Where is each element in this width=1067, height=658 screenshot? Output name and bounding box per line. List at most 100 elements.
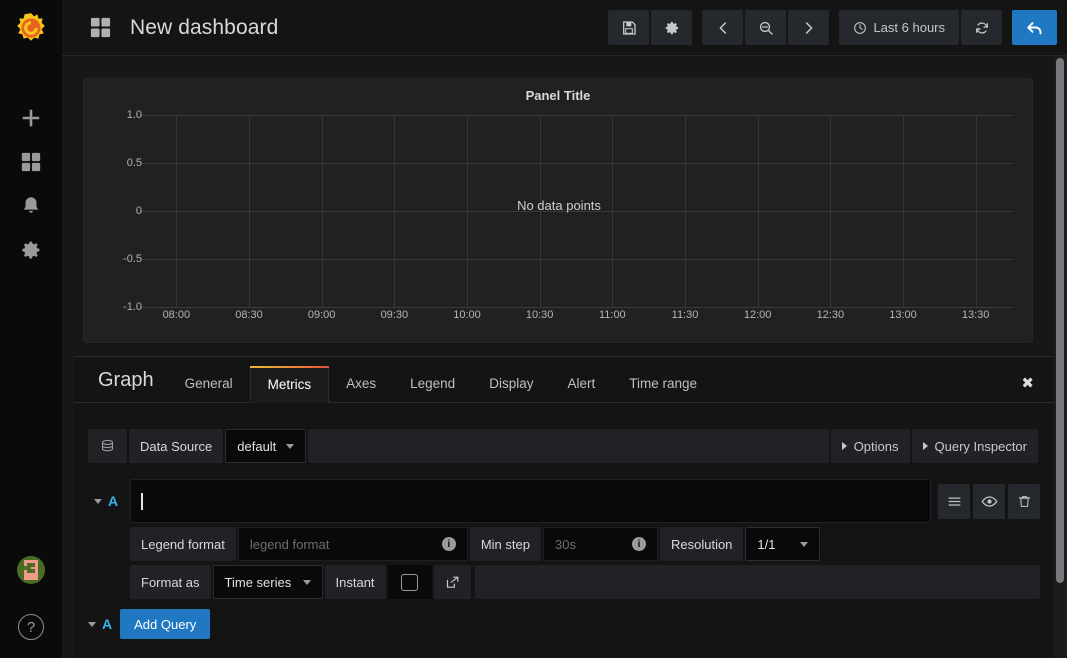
x-gridline — [830, 115, 832, 307]
time-shift-forward-button[interactable] — [788, 10, 830, 45]
tab-metrics[interactable]: Metrics — [249, 366, 330, 403]
min-step-input[interactable]: 30s i — [542, 527, 658, 561]
checkbox-box-icon — [401, 573, 419, 591]
panel-title[interactable]: Panel Title — [84, 79, 1032, 103]
save-button[interactable] — [608, 10, 650, 45]
datasource-label: Data Source — [129, 429, 224, 463]
min-step-label: Min step — [469, 527, 541, 561]
dashboard-content: Panel Title No data points 1.0 0.5 0 -0.5 -1… — [62, 56, 1067, 658]
add-query-row: A Add Query — [88, 609, 1040, 639]
time-shift-back-button[interactable] — [702, 10, 744, 45]
sidebar-nav — [0, 96, 62, 272]
datasource-select[interactable]: default — [225, 429, 307, 463]
graph-panel[interactable]: Panel Title No data points 1.0 0.5 0 -0.5 -1… — [83, 78, 1033, 343]
query-toggle-visibility-button[interactable] — [973, 483, 1005, 519]
dashboard-settings-button[interactable] — [651, 10, 693, 45]
query-expression-input[interactable] — [130, 479, 931, 523]
query-row-a: A — [88, 479, 1040, 523]
x-gridline — [612, 115, 614, 307]
grafana-logo-icon[interactable] — [0, 0, 62, 56]
chevron-down-icon — [302, 579, 311, 585]
plot-area[interactable]: No data points 1.0 0.5 0 -0.5 -1.0 08:00 08:3… — [84, 103, 1034, 331]
back-to-dashboard-button[interactable] — [1012, 10, 1057, 45]
content-scrollbar[interactable] — [1054, 56, 1067, 658]
x-tick-label: 12:00 — [743, 309, 772, 321]
panel-editor: Graph General Metrics Axes Legend Display Ale… — [74, 356, 1054, 658]
dashboard-grid-icon — [89, 16, 112, 39]
back-arrow-icon — [1027, 22, 1042, 35]
x-gridline — [685, 115, 686, 307]
x-gridline — [467, 115, 468, 307]
legend-format-input[interactable]: legend format i — [237, 527, 468, 561]
chevron-down-icon[interactable] — [94, 498, 102, 504]
chevron-left-icon — [719, 21, 727, 34]
x-tick-label: 08:00 — [162, 309, 191, 321]
format-as-select[interactable]: Time series — [212, 565, 323, 599]
format-as-label: Format as — [130, 565, 211, 599]
metrics-tab-body: Data Source default Options Query Inspec… — [74, 403, 1054, 639]
sidebar-item-dashboards[interactable] — [0, 140, 62, 184]
format-as-value: Time series — [224, 574, 292, 590]
info-icon[interactable]: i — [631, 537, 646, 551]
list-menu-icon — [948, 496, 960, 506]
x-tick-label: 11:00 — [598, 309, 626, 321]
close-editor-button[interactable]: ✖ — [1021, 374, 1054, 402]
resolution-select[interactable]: 1/1 — [745, 527, 821, 561]
query-inspector-toggle[interactable]: Query Inspector — [911, 429, 1038, 463]
info-icon[interactable]: i — [441, 537, 456, 551]
text-cursor — [141, 492, 143, 510]
x-gridline — [176, 115, 178, 307]
sidebar-item-create[interactable] — [0, 96, 62, 140]
tab-legend[interactable]: Legend — [393, 365, 472, 402]
tab-time-range[interactable]: Time range — [612, 365, 714, 402]
query-menu-button[interactable] — [938, 483, 970, 519]
gear-icon — [665, 21, 679, 34]
toolbar-actions: Last 6 hours — [598, 10, 1067, 45]
query-remove-button[interactable] — [1008, 483, 1040, 519]
x-tick-label: 10:30 — [525, 309, 554, 321]
time-range-picker[interactable]: Last 6 hours — [839, 10, 959, 45]
x-tick-label: 13:00 — [889, 309, 917, 321]
instant-label: Instant — [324, 565, 386, 599]
legend-format-label: Legend format — [130, 527, 236, 561]
gear-icon — [22, 241, 40, 259]
sidebar-item-configuration[interactable] — [0, 228, 62, 272]
editor-type-label: Graph — [98, 369, 154, 391]
query-options-row-1: Legend format legend format i Min step 3… — [88, 527, 1040, 561]
chevron-down-icon[interactable] — [88, 621, 96, 627]
resolution-label: Resolution — [659, 527, 744, 561]
tab-display[interactable]: Display — [472, 365, 550, 402]
refresh-button[interactable] — [961, 10, 1002, 45]
trash-icon — [1018, 495, 1030, 507]
toolbar-group-back — [1012, 10, 1057, 45]
tab-axes[interactable]: Axes — [329, 365, 393, 402]
sidebar-item-alerting[interactable] — [0, 184, 62, 228]
x-gridline — [975, 115, 977, 307]
sidebar-bottom: ? — [17, 556, 45, 658]
x-tick-label: 09:30 — [380, 309, 409, 321]
instant-checkbox[interactable] — [387, 565, 432, 599]
min-step-placeholder: 30s — [554, 536, 576, 552]
options-toggle[interactable]: Options — [830, 429, 910, 463]
x-gridline — [539, 115, 541, 307]
scrollbar-thumb[interactable] — [1056, 58, 1064, 583]
query-letter[interactable]: A — [108, 493, 118, 509]
tab-general[interactable]: General — [168, 365, 250, 402]
external-link-button[interactable] — [433, 565, 471, 599]
tab-alert[interactable]: Alert — [550, 365, 612, 402]
zoom-out-button[interactable] — [745, 10, 787, 45]
x-gridline — [321, 115, 323, 307]
query-letter-b[interactable]: A — [102, 616, 112, 632]
y-tick-label: -0.5 — [123, 253, 142, 265]
y-tick-label: -1.0 — [123, 301, 142, 313]
user-avatar[interactable] — [17, 556, 45, 584]
x-tick-label: 09:00 — [307, 309, 336, 321]
help-icon[interactable]: ? — [18, 614, 44, 640]
time-range-label: Last 6 hours — [873, 20, 945, 35]
y-tick-label: 1.0 — [126, 109, 142, 121]
external-link-icon — [446, 576, 458, 588]
dashboards-icon — [21, 152, 41, 172]
chevron-right-icon — [805, 21, 813, 34]
sidebar: ? — [0, 0, 62, 658]
add-query-button[interactable]: Add Query — [120, 609, 211, 639]
